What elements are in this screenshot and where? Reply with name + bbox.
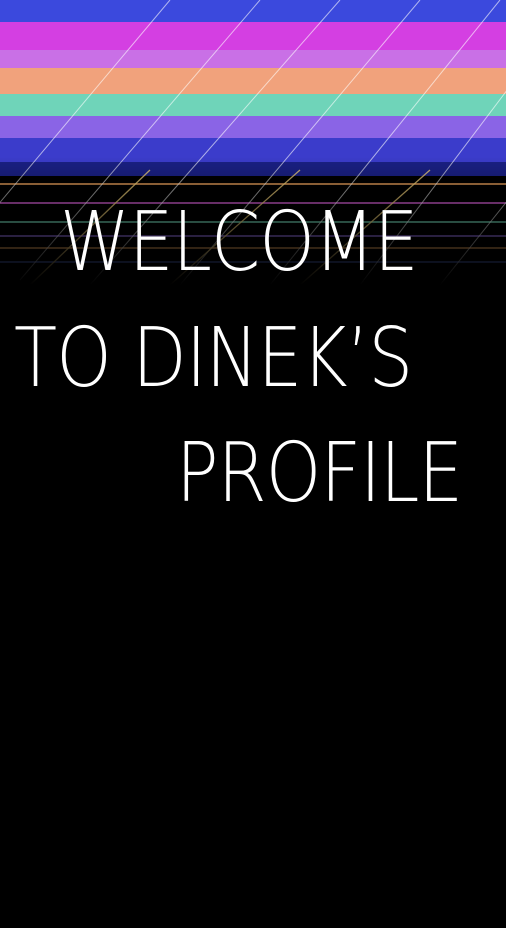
retro-grid-banner (0, 0, 506, 285)
welcome-line-2: TO DINEK’S (14, 311, 413, 406)
retro-grid-image (0, 0, 506, 285)
welcome-line-3: PROFILE (176, 426, 463, 521)
profile-page: WELCOME TO DINEK’S PROFILE (0, 0, 506, 928)
